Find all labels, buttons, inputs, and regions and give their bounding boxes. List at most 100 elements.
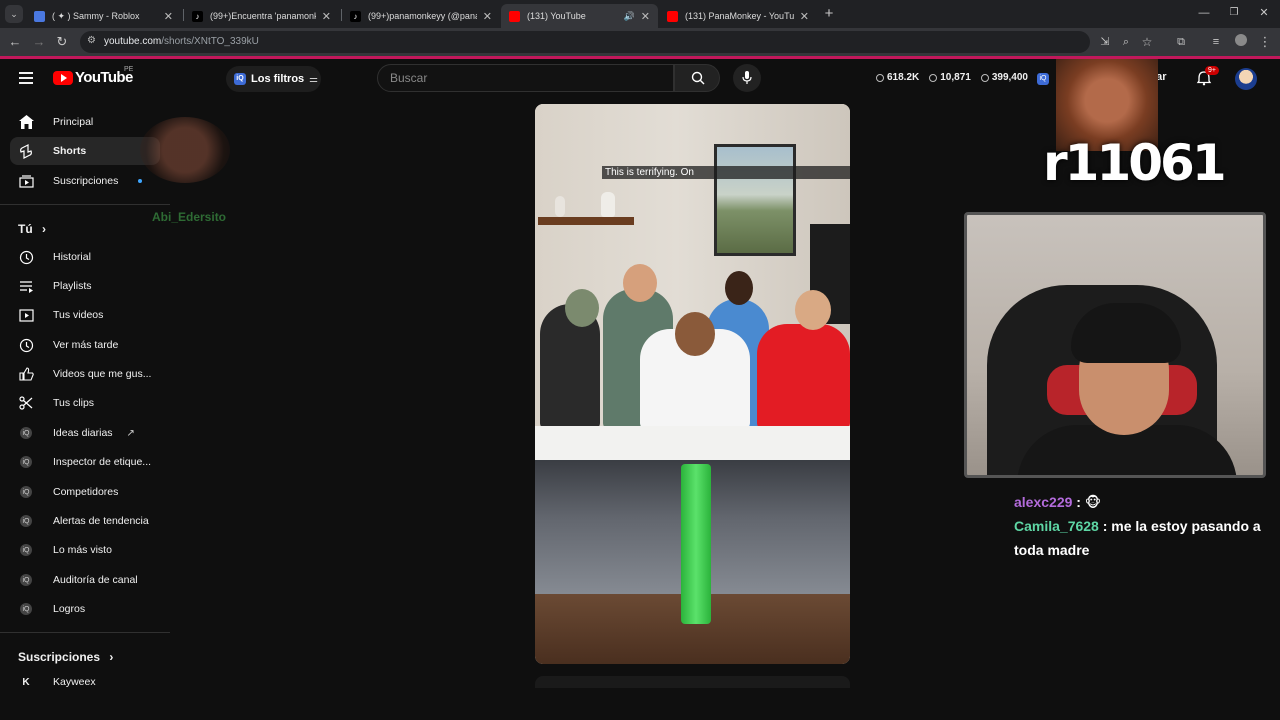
stat-subs: 399,400 xyxy=(980,72,1028,83)
sidebar-subscription-channel[interactable]: K Kayweex xyxy=(10,674,160,690)
vidiq-extension-icon: iQ xyxy=(18,484,34,500)
speaker-icon[interactable]: 🔊 xyxy=(624,11,635,22)
menu-icon[interactable] xyxy=(19,72,33,87)
browser-tab-roblox[interactable]: ( ✦ ) Sammy - Roblox ✕ xyxy=(26,4,181,28)
video-vase xyxy=(555,196,565,217)
browser-menu-icon[interactable]: ⋮ xyxy=(1256,33,1274,51)
sidebar-item-competidores[interactable]: iQ Competidores xyxy=(10,478,160,506)
tab-title: ( ✦ ) Sammy - Roblox xyxy=(52,10,140,21)
vidiq-extension-icon: iQ xyxy=(18,454,34,470)
sidebar-item-ver-mas-tarde[interactable]: Ver más tarde xyxy=(10,331,160,359)
external-link-icon: ↗ xyxy=(126,427,135,439)
close-window-button[interactable]: ✕ xyxy=(1255,4,1273,22)
search-input[interactable] xyxy=(390,71,660,85)
sidebar-section-subscriptions[interactable]: Suscripciones › xyxy=(18,650,113,664)
sidebar-section-you[interactable]: Tú › xyxy=(18,222,46,236)
new-content-dot xyxy=(138,179,143,183)
zoom-icon[interactable]: ⌕ xyxy=(1117,33,1135,51)
profile-icon[interactable] xyxy=(1232,33,1250,51)
maximize-button[interactable]: ❐ xyxy=(1225,4,1243,22)
browser-tab-panamonkey[interactable]: (131) PanaMonkey - YouTube ✕ xyxy=(659,4,817,28)
browser-tab-youtube-active[interactable]: (131) YouTube 🔊 ✕ xyxy=(501,4,658,28)
sliders-icon: ⚌ xyxy=(309,73,319,85)
back-button[interactable]: ← xyxy=(6,33,24,51)
chat-message: Camila_7628 : me la estoy pasando a toda… xyxy=(1014,518,1261,558)
video-person-head xyxy=(725,271,753,305)
search-button[interactable] xyxy=(674,64,720,92)
sidebar-item-tus-clips[interactable]: Tus clips xyxy=(10,389,160,417)
stat-likes: 618.2K xyxy=(876,72,919,83)
stream-chat: alexc229 : 🐵 Camila_7628 : me la estoy p… xyxy=(1014,490,1264,562)
sidebar-item-liked-videos[interactable]: Videos que me gus... xyxy=(10,360,160,388)
extension-badge-icon: iQ xyxy=(234,73,246,85)
install-app-icon[interactable]: ⇲ xyxy=(1096,33,1114,51)
forward-button[interactable]: → xyxy=(30,33,48,51)
filters-button[interactable]: iQ Los filtros ⚌ xyxy=(226,66,321,92)
sidebar-item-tus-videos[interactable]: Tus videos xyxy=(10,301,160,329)
media-control-icon[interactable]: ≡ xyxy=(1207,33,1225,51)
video-person-head xyxy=(675,312,715,356)
sidebar-item-label: Shorts xyxy=(53,145,87,157)
history-icon xyxy=(18,249,34,265)
browser-tab-tiktok-profile[interactable]: ♪ (99+)panamonkeyy (@panamo ✕ xyxy=(342,4,500,28)
sidebar-item-ideas-diarias[interactable]: iQ Ideas diarias ↗ xyxy=(10,419,160,447)
sidebar-item-label: Suscripciones xyxy=(53,175,119,187)
site-info-icon[interactable]: ⚙ xyxy=(87,35,96,46)
search-icon xyxy=(691,71,705,85)
sidebar-item-label: Tus videos xyxy=(53,309,104,321)
video-painting xyxy=(714,144,796,256)
country-code: PE xyxy=(124,66,134,73)
url-text: youtube.com/shorts/XNtTO_339kU xyxy=(104,36,259,47)
tab-title: (99+)panamonkeyy (@panamo xyxy=(368,11,477,21)
sidebar-item-alertas[interactable]: iQ Alertas de tendencia xyxy=(10,507,160,535)
close-icon[interactable]: ✕ xyxy=(483,10,492,23)
sidebar-item-auditoria[interactable]: iQ Auditoría de canal xyxy=(10,566,160,594)
sidebar-item-label: Lo más visto xyxy=(53,544,112,556)
sidebar-item-label: Logros xyxy=(53,603,86,615)
tab-search-button[interactable]: ⌄ xyxy=(5,5,23,23)
close-icon[interactable]: ✕ xyxy=(641,10,650,23)
sidebar-item-shorts[interactable]: Shorts xyxy=(10,137,160,165)
browser-tab-tiktok-search[interactable]: ♪ (99+)Encuentra 'panamonkey' d ✕ xyxy=(184,4,339,28)
sidebar-item-label: Kayweex xyxy=(53,676,96,688)
sidebar-item-playlists[interactable]: Playlists xyxy=(10,272,160,300)
notification-badge: 9+ xyxy=(1205,66,1219,75)
sidebar-item-lo-mas-visto[interactable]: iQ Lo más visto xyxy=(10,536,160,564)
extensions-icon[interactable]: ⧉ xyxy=(1172,33,1190,51)
vidiq-extension-icon: iQ xyxy=(18,542,34,558)
close-icon[interactable]: ✕ xyxy=(164,10,173,23)
video-person xyxy=(757,324,850,429)
tiktok-icon: ♪ xyxy=(192,10,203,22)
youtube-logo-icon[interactable] xyxy=(53,71,73,85)
video-caption: This is terrifying. On xyxy=(602,166,850,179)
sidebar-item-suscripciones[interactable]: Suscripciones xyxy=(10,167,160,195)
sidebar-item-historial[interactable]: Historial xyxy=(10,243,160,271)
reload-button[interactable]: ↻ xyxy=(53,33,71,51)
extension-badge-icon[interactable]: iQ xyxy=(1037,73,1049,85)
eye-icon xyxy=(929,73,938,82)
sidebar-divider xyxy=(0,204,170,205)
sidebar-item-inspector[interactable]: iQ Inspector de etique... xyxy=(10,448,160,476)
new-tab-button[interactable]: + xyxy=(820,5,838,23)
minimize-button[interactable]: — xyxy=(1195,4,1213,22)
video-person-head xyxy=(623,264,657,302)
close-icon[interactable]: ✕ xyxy=(800,10,809,23)
bookmark-star-icon[interactable]: ☆ xyxy=(1138,33,1156,51)
voice-search-button[interactable] xyxy=(733,64,761,92)
short-video-player[interactable] xyxy=(535,104,850,664)
watch-later-icon xyxy=(18,337,34,353)
subscriptions-icon xyxy=(18,173,34,189)
search-box xyxy=(377,64,674,92)
close-icon[interactable]: ✕ xyxy=(322,10,331,23)
video-person-head xyxy=(565,289,599,327)
vidiq-extension-icon: iQ xyxy=(18,513,34,529)
sidebar-item-label: Videos que me gus... xyxy=(53,368,152,380)
sidebar-item-logros[interactable]: iQ Logros xyxy=(10,595,160,623)
sidebar: Principal Shorts Suscripciones Tú › Hist… xyxy=(0,99,170,720)
video-table xyxy=(535,426,850,460)
account-avatar[interactable] xyxy=(1235,68,1257,90)
next-short-preview[interactable] xyxy=(535,676,850,688)
sidebar-item-principal[interactable]: Principal xyxy=(10,108,160,136)
address-bar[interactable]: ⚙ youtube.com/shorts/XNtTO_339kU xyxy=(80,31,1090,53)
tab-title: (131) YouTube xyxy=(527,11,586,21)
